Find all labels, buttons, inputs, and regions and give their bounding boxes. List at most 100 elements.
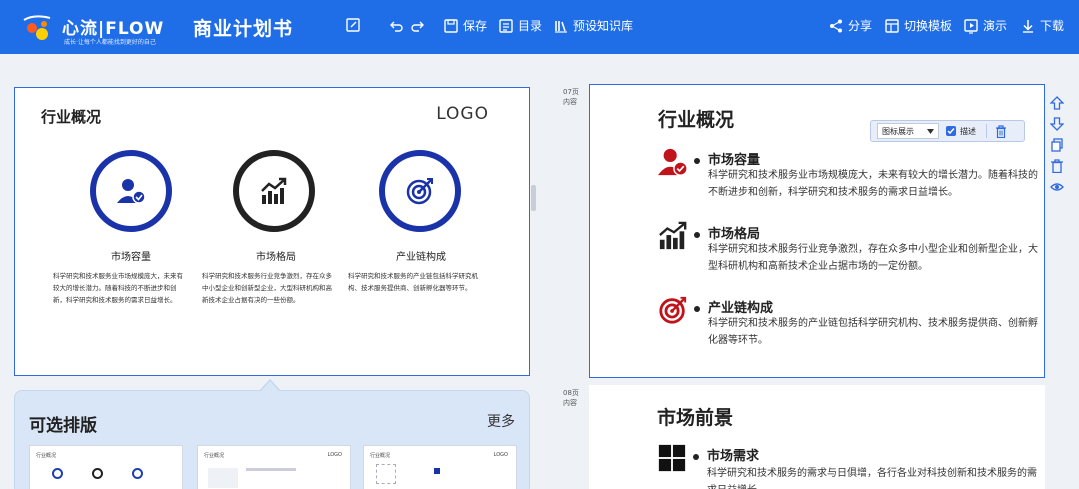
description-checkbox[interactable] xyxy=(946,126,956,136)
check-icon xyxy=(947,128,955,135)
download-button[interactable]: 下载 xyxy=(1020,17,1064,34)
market-landscape-icon-circle[interactable] xyxy=(233,150,315,232)
toc-label: 目录 xyxy=(518,19,543,33)
play-icon xyxy=(964,18,978,34)
knowledge-base-label: 预设知识库 xyxy=(573,19,634,33)
switch-template-button[interactable]: 切换模板 xyxy=(884,17,952,34)
picker-pointer-fill xyxy=(260,381,280,392)
display-mode-value: 图标展示 xyxy=(882,126,914,136)
chart-up-icon xyxy=(261,177,287,204)
undo-button[interactable] xyxy=(388,17,404,33)
layout-more-link[interactable]: 更多 xyxy=(487,411,515,431)
present-label: 演示 xyxy=(983,19,1008,33)
item-text[interactable]: 科学研究和技术服务的产业链包括科学研究机构、技术服务提供商、创新孵化器等环节。 xyxy=(708,315,1038,349)
save-button[interactable]: 保存 xyxy=(443,17,487,34)
thumbnail-image xyxy=(208,468,238,488)
edit-icon xyxy=(346,18,360,32)
toc-button[interactable]: 目录 xyxy=(498,17,542,34)
brand-logo[interactable]: 心流|FLOW 成长·让每个人都能找到更好的自己 xyxy=(20,8,163,48)
column-text[interactable]: 科学研究和技术服务业市场规模庞大，未来有较大的增长潜力。随着科技的不断进步和创新… xyxy=(53,270,183,306)
column-title[interactable]: 市场格局 xyxy=(221,248,331,263)
thumbnail-image xyxy=(376,464,396,484)
edit-button[interactable] xyxy=(345,17,361,33)
copy-icon[interactable] xyxy=(1050,138,1064,152)
layout-thumbnail[interactable]: 行业概况 LOGO xyxy=(363,445,517,489)
slide-heading[interactable]: 行业概况 xyxy=(41,106,101,127)
save-icon xyxy=(444,18,458,33)
thumbnail-line xyxy=(246,468,296,471)
target-icon[interactable] xyxy=(658,295,688,325)
library-icon xyxy=(555,20,567,33)
preview-slide[interactable]: 市场前景 市场需求 科学研究和技术服务的需求与日俱增，各行各业对科技创新和技术服… xyxy=(589,385,1045,489)
thumbnail-icon xyxy=(132,468,143,479)
thumbnail-icon xyxy=(92,468,103,479)
display-mode-select[interactable]: 图标展示 xyxy=(877,123,939,139)
share-icon xyxy=(830,19,842,32)
undo-icon xyxy=(390,21,403,32)
document-title[interactable]: 商业计划书 xyxy=(193,14,293,41)
thumbnail-logo: LOGO xyxy=(327,452,342,458)
description-checkbox-label[interactable]: 描述 xyxy=(960,126,976,137)
element-toolbar: 图标展示 描述 xyxy=(870,120,1025,142)
page-number-label: 08页 内容 xyxy=(563,388,579,408)
preview-slide[interactable]: 行业概况 图标展示 描述 市场容量 科学研究和技术服务业市场规模庞大，未来有较大… xyxy=(589,84,1045,378)
list-icon xyxy=(499,18,513,33)
save-label: 保存 xyxy=(463,19,488,33)
download-label: 下载 xyxy=(1040,19,1065,33)
trash-icon[interactable] xyxy=(995,124,1007,138)
grid-icon[interactable] xyxy=(657,443,687,473)
page-number: 08页 xyxy=(563,389,579,397)
column-title[interactable]: 产业链构成 xyxy=(366,248,476,263)
brand-name: 心流|FLOW xyxy=(62,19,165,39)
market-capacity-icon-circle[interactable] xyxy=(90,150,172,232)
delete-icon[interactable] xyxy=(1050,159,1064,173)
thumbnail-bullet xyxy=(434,468,440,474)
redo-icon xyxy=(411,21,424,32)
redo-button[interactable] xyxy=(410,17,426,33)
page-number-label: 07页 内容 xyxy=(563,87,579,107)
item-text[interactable]: 科学研究和技术服务业市场规模庞大，未来有较大的增长潜力。随着科技的不断进步和创新… xyxy=(708,167,1038,201)
user-check-icon xyxy=(117,179,146,204)
column-text[interactable]: 科学研究和技术服务的产业链包括科学研究机构、技术服务提供商、创新孵化器等环节。 xyxy=(348,270,478,294)
page-tag: 内容 xyxy=(563,399,577,407)
item-title[interactable]: 产业链构成 xyxy=(694,297,773,316)
eye-icon[interactable] xyxy=(1050,180,1064,194)
present-button[interactable]: 演示 xyxy=(963,17,1007,34)
thumbnail-label: 行业概况 xyxy=(370,453,391,459)
move-down-icon[interactable] xyxy=(1050,117,1064,131)
brand-subtitle: 成长·让每个人都能找到更好的自己 xyxy=(64,39,156,46)
item-title[interactable]: 市场容量 xyxy=(694,149,760,168)
download-icon xyxy=(1023,19,1033,33)
item-title[interactable]: 市场需求 xyxy=(693,445,759,464)
column-text[interactable]: 科学研究和技术服务行业竞争激烈，存在众多中小型企业和创新型企业，大型科研机构和高… xyxy=(202,270,332,306)
item-text[interactable]: 科学研究和技术服务行业竞争激烈，存在众多中小型企业和创新型企业，大型科研机构和高… xyxy=(708,241,1038,275)
user-check-icon[interactable] xyxy=(658,147,688,177)
panel-resize-handle[interactable] xyxy=(531,185,536,211)
knowledge-base-button[interactable]: 预设知识库 xyxy=(553,17,633,34)
share-button[interactable]: 分享 xyxy=(828,17,872,34)
column-title[interactable]: 市场容量 xyxy=(76,248,186,263)
chart-up-icon[interactable] xyxy=(658,221,688,251)
thumbnail-icon xyxy=(52,468,63,479)
layout-thumbnail[interactable]: 行业概况 xyxy=(29,445,183,489)
thumbnail-logo: LOGO xyxy=(493,452,508,458)
layout-thumbnail[interactable]: 行业概况 LOGO xyxy=(197,445,351,489)
page-number: 07页 xyxy=(563,88,579,96)
slide-heading[interactable]: 市场前景 xyxy=(657,403,733,430)
target-icon xyxy=(406,178,433,205)
brand-logo-icon xyxy=(23,15,51,40)
slide-heading[interactable]: 行业概况 xyxy=(658,105,734,132)
slide-side-toolbar xyxy=(1050,96,1066,201)
caret-down-icon xyxy=(927,128,934,134)
page-tag: 内容 xyxy=(563,98,577,106)
layout-picker: 可选排版 更多 行业概况 行业概况 LOGO 行业概况 LOGO xyxy=(14,390,530,489)
move-up-icon[interactable] xyxy=(1050,96,1064,110)
thumbnail-label: 行业概况 xyxy=(204,453,225,459)
top-bar: 心流|FLOW 成长·让每个人都能找到更好的自己 商业计划书 保存 目录 预设知… xyxy=(0,0,1079,54)
industry-chain-icon-circle[interactable] xyxy=(379,150,461,232)
item-title[interactable]: 市场格局 xyxy=(694,223,760,242)
item-text[interactable]: 科学研究和技术服务的需求与日俱增，各行各业对科技创新和技术服务的需求日益增长。 xyxy=(707,465,1037,489)
slide-logo-placeholder[interactable]: LOGO xyxy=(436,104,489,124)
editor-slide[interactable]: 行业概况 LOGO 市场容量 科学研究和技术服务业市场规模庞大，未来有较大的增长… xyxy=(14,87,530,376)
layout-picker-title: 可选排版 xyxy=(29,416,97,436)
